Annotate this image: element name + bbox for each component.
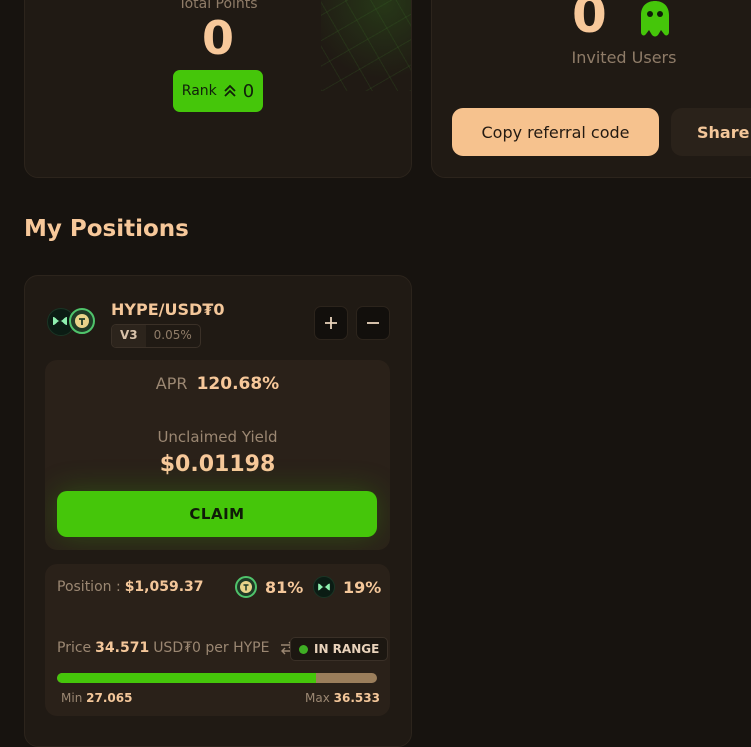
position-label: Position : <box>57 579 121 595</box>
invited-users-label: Invited Users <box>571 48 677 67</box>
price-range-fill <box>57 673 317 683</box>
range-status-label: IN RANGE <box>314 642 380 656</box>
total-points-value: 0 <box>201 11 234 65</box>
version-fee-badge: V3 0.05% <box>111 324 201 348</box>
hype-share: 19% <box>313 576 381 598</box>
my-positions-heading: My Positions <box>24 216 189 242</box>
total-points-card: Total Points 0 Rank 0 <box>24 0 412 178</box>
price-label: Price <box>57 640 92 656</box>
price-unit: USD₮0 per HYPE <box>153 640 270 656</box>
invited-users-value: 0 <box>572 0 607 44</box>
min-label: Min <box>61 691 83 705</box>
rank-label: Rank <box>181 83 217 99</box>
unclaimed-yield-label: Unclaimed Yield <box>157 428 278 446</box>
rank-value: 0 <box>242 80 255 102</box>
yield-panel: APR 120.68% Unclaimed Yield $0.01198 CLA… <box>45 360 390 550</box>
rank-button[interactable]: Rank 0 <box>173 70 263 112</box>
rank-chevrons-icon <box>224 84 236 97</box>
min-value: 27.065 <box>86 691 133 705</box>
hype-token-icon <box>313 576 335 598</box>
usdt0-token-icon <box>235 576 257 598</box>
usdt0-share: 81% <box>235 576 303 598</box>
apr-value: 120.68% <box>196 374 280 394</box>
in-range-badge: IN RANGE <box>290 637 389 661</box>
hype-percent: 19% <box>343 577 382 597</box>
plus-icon <box>325 317 337 329</box>
minus-icon <box>367 322 379 324</box>
claim-button[interactable]: CLAIM <box>57 491 377 537</box>
min-price: Min 27.065 <box>61 691 132 705</box>
share-button[interactable]: Share <box>671 108 751 156</box>
price-value: 34.571 <box>95 640 150 656</box>
status-dot <box>299 644 308 654</box>
price-range-bar <box>57 673 377 683</box>
usdt0-percent: 81% <box>265 577 304 597</box>
position-value-row: Position : $1,059.37 <box>57 579 204 595</box>
max-label: Max <box>305 691 330 705</box>
usdt0-token-icon <box>69 308 95 334</box>
max-value: 36.533 <box>333 691 380 705</box>
fee-tier-label: 0.05% <box>153 328 192 342</box>
copy-referral-code-button[interactable]: Copy referral code <box>452 108 659 156</box>
invited-users-card: 0 Invited Users Copy referral code Share <box>431 0 751 178</box>
ghost-mascot-icon <box>641 1 669 37</box>
position-value: $1,059.37 <box>124 579 204 595</box>
max-price: Max 36.533 <box>305 691 380 705</box>
position-details-panel: Position : $1,059.37 81% 19% Price 34.571… <box>45 564 390 716</box>
apr-row: APR 120.68% <box>45 374 390 394</box>
share-label: Share <box>697 122 750 142</box>
apr-label: APR <box>155 374 188 393</box>
remove-liquidity-button[interactable] <box>356 306 390 340</box>
unclaimed-yield-value: $0.01198 <box>159 452 276 477</box>
price-row: Price 34.571 USD₮0 per HYPE <box>57 640 295 656</box>
pair-name: HYPE/USD₮0 <box>111 300 225 319</box>
add-liquidity-button[interactable] <box>314 306 348 340</box>
pair-icons <box>47 308 99 336</box>
version-label: V3 <box>112 325 146 347</box>
position-card: HYPE/USD₮0 V3 0.05% APR 120.68% Unclaime… <box>24 275 412 747</box>
